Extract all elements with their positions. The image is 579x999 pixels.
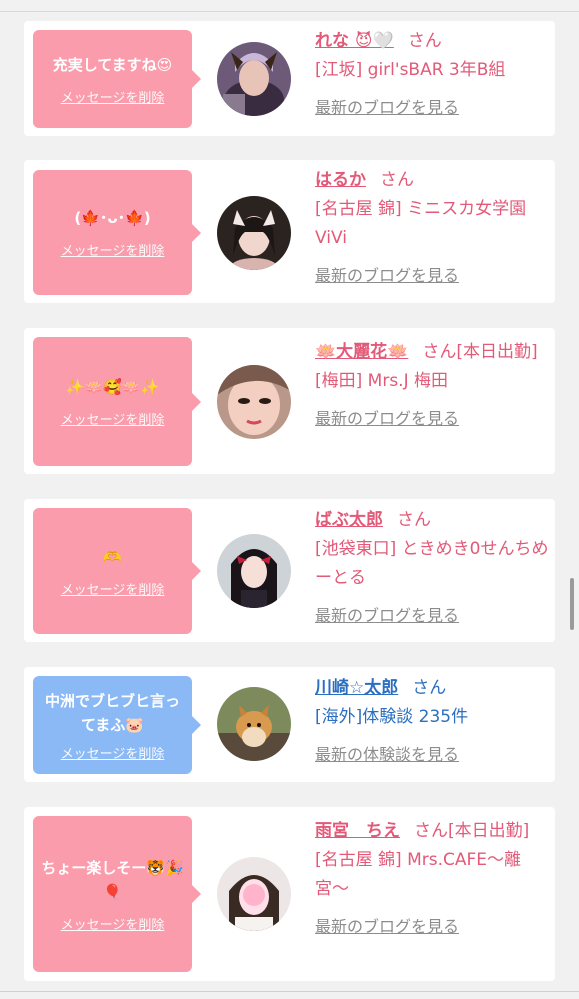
- message-text: (🍁･ᴗ･🍁): [74, 209, 151, 227]
- name-suffix: さん: [380, 170, 414, 190]
- message-text: ✨🪷🥰🪷✨: [65, 378, 160, 396]
- message-bubble: ✨🪷🥰🪷✨ メッセージを削除: [33, 337, 201, 466]
- message-bubble: 充実してますね😍 メッセージを削除: [33, 30, 201, 128]
- scrollbar-thumb[interactable]: [570, 578, 574, 630]
- delete-message-link[interactable]: メッセージを削除: [61, 743, 165, 762]
- shop-info: [名古屋 錦] Mrs.CAFE〜離宮〜: [315, 850, 522, 899]
- cast-name-link[interactable]: 雨宮 ちえ: [315, 821, 400, 841]
- message-card: ✨🪷🥰🪷✨ メッセージを削除 🪷大麗花🪷 さん[本日出勤] [梅田] Mrs.J …: [24, 328, 555, 474]
- latest-blog-link[interactable]: 最新のブログを見る: [315, 261, 551, 290]
- avatar[interactable]: [217, 534, 291, 608]
- cast-info: 雨宮 ちえ さん[本日出勤] [名古屋 錦] Mrs.CAFE〜離宮〜 最新のブロ…: [315, 817, 551, 941]
- bottom-divider: [0, 991, 579, 992]
- delete-message-link[interactable]: メッセージを削除: [61, 579, 165, 598]
- cast-name-link[interactable]: れな 😈🤍: [315, 31, 394, 51]
- latest-blog-link[interactable]: 最新のブログを見る: [315, 912, 551, 941]
- message-text: 充実してますね😍: [52, 55, 173, 74]
- message-bubble: 中洲でブヒブヒ言ってまふ🐷 メッセージを削除: [33, 676, 201, 774]
- message-text: 中洲でブヒブヒ言ってまふ🐷: [44, 691, 180, 734]
- name-suffix: さん: [412, 678, 447, 698]
- message-card: ちょー楽しそー🐯🎉🎈 メッセージを削除 雨宮 ちえ さん[本日出勤] [名古屋 錦…: [24, 807, 555, 981]
- avatar[interactable]: [217, 196, 291, 270]
- avatar[interactable]: [217, 857, 291, 931]
- shop-info: [名古屋 錦] ミニスカ女学園ViVi: [315, 199, 527, 248]
- cast-info: 🪷大麗花🪷 さん[本日出勤] [梅田] Mrs.J 梅田 最新のブログを見る: [315, 338, 551, 433]
- shop-info: [池袋東口] ときめき0せんちめーとる: [315, 539, 549, 588]
- shop-info: [梅田] Mrs.J 梅田: [315, 371, 449, 391]
- top-divider: [0, 11, 579, 12]
- cast-name-link[interactable]: 🪷大麗花🪷: [315, 342, 408, 362]
- reviewer-name-link[interactable]: 川崎☆太郎: [315, 678, 398, 698]
- latest-blog-link[interactable]: 最新のブログを見る: [315, 601, 551, 630]
- cast-name-link[interactable]: はるか: [315, 170, 366, 190]
- message-bubble: ちょー楽しそー🐯🎉🎈 メッセージを削除: [33, 816, 201, 972]
- delete-message-link[interactable]: メッセージを削除: [61, 914, 165, 933]
- latest-report-link[interactable]: 最新の体験談を見る: [315, 740, 551, 769]
- cast-name-link[interactable]: ばぶ太郎: [315, 510, 383, 530]
- message-card: 🫶 メッセージを削除 ばぶ太郎 さん [池袋東口] ときめき0せんちめーとる 最新…: [24, 499, 555, 642]
- message-card: 充実してますね😍 メッセージを削除 れな 😈🤍 さん [江坂] girl'sBAR…: [24, 21, 555, 136]
- message-bubble: 🫶 メッセージを削除: [33, 508, 201, 634]
- name-suffix: さん[本日出勤]: [422, 342, 538, 362]
- message-card: (🍁･ᴗ･🍁) メッセージを削除 はるか さん [名古屋 錦] ミニスカ女学園Vi…: [24, 160, 555, 303]
- delete-message-link[interactable]: メッセージを削除: [61, 87, 165, 106]
- cast-info: はるか さん [名古屋 錦] ミニスカ女学園ViVi 最新のブログを見る: [315, 166, 551, 290]
- delete-message-link[interactable]: メッセージを削除: [61, 240, 165, 259]
- latest-blog-link[interactable]: 最新のブログを見る: [315, 404, 551, 433]
- name-suffix: さん: [397, 510, 431, 530]
- message-bubble: (🍁･ᴗ･🍁) メッセージを削除: [33, 170, 201, 295]
- name-suffix: さん: [407, 31, 442, 51]
- message-text: ちょー楽しそー🐯🎉🎈: [41, 858, 184, 901]
- shop-info: [江坂] girl'sBAR 3年B組: [315, 60, 506, 80]
- avatar[interactable]: [217, 687, 291, 761]
- message-card: 中洲でブヒブヒ言ってまふ🐷 メッセージを削除 川崎☆太郎 さん [海外]体験談 2…: [24, 667, 555, 782]
- avatar[interactable]: [217, 365, 291, 439]
- cast-info: ばぶ太郎 さん [池袋東口] ときめき0せんちめーとる 最新のブログを見る: [315, 506, 551, 630]
- latest-blog-link[interactable]: 最新のブログを見る: [315, 93, 551, 122]
- message-text: 🫶: [103, 547, 122, 566]
- cast-info: 川崎☆太郎 さん [海外]体験談 235件 最新の体験談を見る: [315, 674, 551, 769]
- avatar[interactable]: [217, 42, 291, 116]
- name-suffix: さん[本日出勤]: [414, 821, 530, 841]
- review-info: [海外]体験談 235件: [315, 707, 469, 727]
- cast-info: れな 😈🤍 さん [江坂] girl'sBAR 3年B組 最新のブログを見る: [315, 27, 551, 122]
- delete-message-link[interactable]: メッセージを削除: [61, 409, 165, 428]
